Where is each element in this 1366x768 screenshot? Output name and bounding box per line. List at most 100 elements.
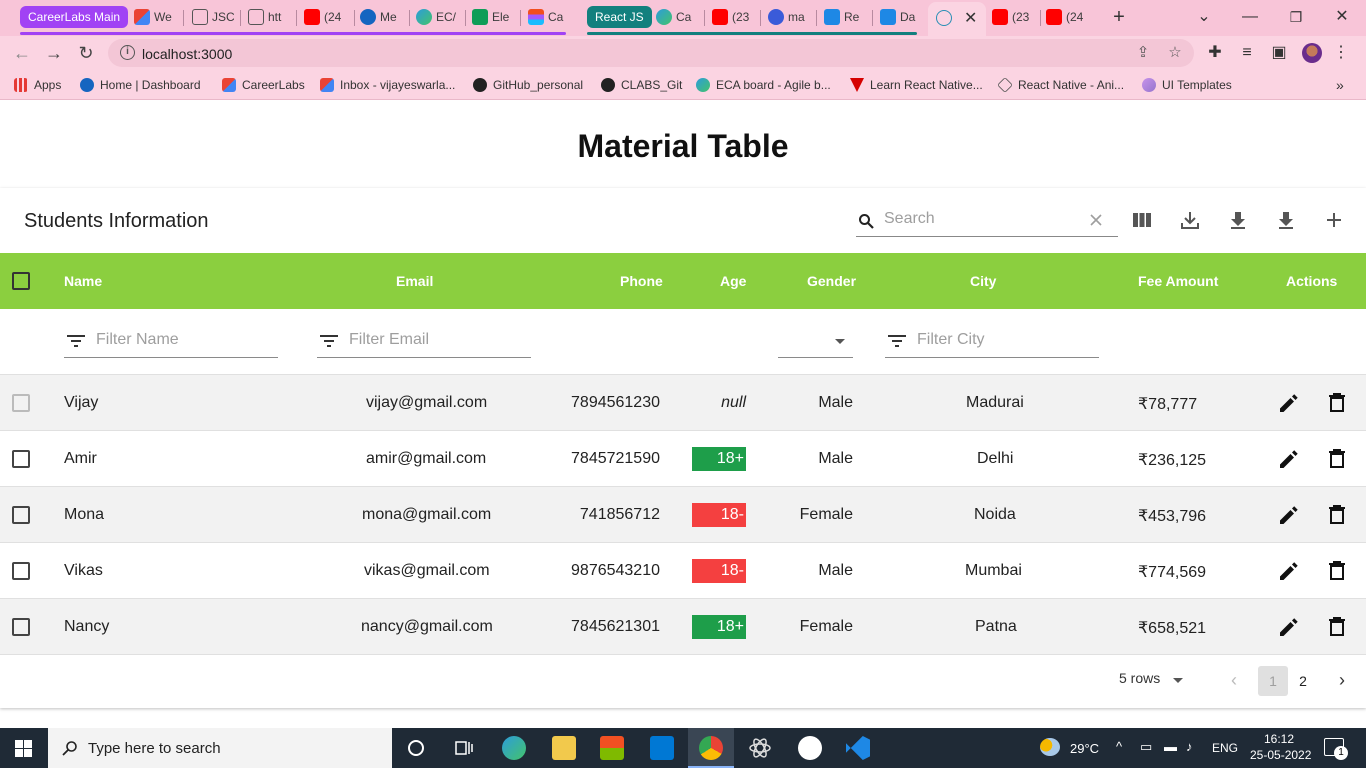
bookmark-react-native-ani[interactable]: React Native - Ani... <box>997 76 1124 94</box>
bookmark-learn-react-native[interactable]: Learn React Native... <box>850 76 983 94</box>
columns-icon[interactable] <box>1130 208 1154 232</box>
store-icon[interactable] <box>600 736 624 760</box>
weather-icon[interactable] <box>1040 738 1060 756</box>
minimize-icon[interactable]: — <box>1238 6 1262 28</box>
filter-gender-select[interactable] <box>778 327 853 358</box>
clock-date[interactable]: 25-05-2022 <box>1250 748 1311 762</box>
column-header-fee-amount[interactable]: Fee Amount <box>1138 273 1218 289</box>
tab-mui[interactable]: Re <box>824 5 868 29</box>
rows-per-page-select[interactable]: 5 rows <box>1119 670 1160 686</box>
share-icon[interactable]: ⇪ <box>1134 44 1152 62</box>
row-checkbox[interactable] <box>12 618 30 636</box>
tab-k[interactable]: Me <box>360 5 404 29</box>
tab-page[interactable]: JSC <box>192 5 234 29</box>
delete-icon[interactable] <box>1325 559 1349 583</box>
extensions-icon[interactable]: ✚ <box>1206 44 1224 62</box>
table-row[interactable]: Vikas vikas@gmail.com 9876543210 18- Mal… <box>0 543 1366 599</box>
delete-icon[interactable] <box>1325 391 1349 415</box>
network-icon[interactable]: ▭ <box>1140 739 1152 755</box>
add-icon[interactable] <box>1322 208 1346 232</box>
site-info-icon[interactable]: i <box>120 45 135 60</box>
bookmark-github-personal[interactable]: GitHub_personal <box>473 76 583 94</box>
tab-page[interactable]: htt <box>248 5 290 29</box>
close-tab-icon[interactable]: ✕ <box>964 8 977 28</box>
search-field[interactable] <box>856 204 1118 237</box>
filter-name[interactable] <box>64 327 278 358</box>
table-row[interactable]: Vijay vijay@gmail.com 7894561230 null Ma… <box>0 375 1366 431</box>
filter-city[interactable] <box>885 327 1099 358</box>
tab-youtube[interactable]: (24 <box>1046 5 1090 29</box>
tab-youtube[interactable]: (23 <box>712 5 756 29</box>
filter-name-input[interactable] <box>96 331 266 349</box>
bookmark-inbox[interactable]: Inbox - vijayeswarla... <box>320 76 455 94</box>
clock-time[interactable]: 16:12 <box>1264 732 1294 746</box>
delete-icon[interactable] <box>1325 615 1349 639</box>
chrome-taskbar-active[interactable] <box>688 728 734 768</box>
edit-icon[interactable] <box>1277 447 1301 471</box>
taskbar-search[interactable]: Type here to search <box>48 728 392 768</box>
tab-active-react[interactable]: ✕ <box>928 2 986 36</box>
atom-icon[interactable] <box>748 736 772 760</box>
dropdown-caret-icon[interactable] <box>1173 678 1183 683</box>
media-icon[interactable]: ≡ <box>1238 44 1256 62</box>
search-input[interactable] <box>884 210 1084 228</box>
bookmark-eca-board[interactable]: ECA board - Agile b... <box>696 76 831 94</box>
tab-search-chevron-icon[interactable]: ⌄ <box>1192 6 1216 28</box>
tab-figma[interactable]: Ca <box>528 5 568 29</box>
side-panel-icon[interactable]: ▣ <box>1270 44 1288 62</box>
tab-globe[interactable]: ma <box>768 5 812 29</box>
row-checkbox[interactable] <box>12 450 30 468</box>
bookmark-star-icon[interactable]: ☆ <box>1166 44 1184 62</box>
mail-icon[interactable] <box>650 736 674 760</box>
profile-avatar[interactable] <box>1302 43 1322 63</box>
app-icon[interactable] <box>798 736 822 760</box>
filter-city-input[interactable] <box>917 331 1087 349</box>
download-icon[interactable] <box>1226 208 1250 232</box>
column-header-age[interactable]: Age <box>720 273 746 289</box>
column-header-phone[interactable]: Phone <box>620 273 663 289</box>
file-explorer-icon[interactable] <box>552 736 576 760</box>
bookmarks-overflow-icon[interactable]: » <box>1336 76 1344 94</box>
reload-icon[interactable]: ↻ <box>74 41 98 65</box>
bookmark-apps[interactable]: Apps <box>14 76 61 94</box>
table-row[interactable]: Nancy nancy@gmail.com 7845621301 18+ Fem… <box>0 599 1366 655</box>
download-icon[interactable] <box>1274 208 1298 232</box>
next-page-icon[interactable]: › <box>1332 670 1352 690</box>
page-button-2[interactable]: 2 <box>1288 666 1318 696</box>
tab-mui[interactable]: Da <box>880 5 924 29</box>
tab-youtube[interactable]: (23 <box>992 5 1036 29</box>
table-row[interactable]: Mona mona@gmail.com 741856712 18- Female… <box>0 487 1366 543</box>
windows-start-icon[interactable] <box>15 740 32 757</box>
edge-browser-icon[interactable] <box>502 736 526 760</box>
tray-chevron-up-icon[interactable]: ^ <box>1116 739 1122 754</box>
filter-email-input[interactable] <box>349 331 519 349</box>
tab-edge[interactable]: Ca <box>656 5 700 29</box>
battery-icon[interactable]: ▬ <box>1164 739 1177 754</box>
bookmark-careerlabs[interactable]: CareerLabs <box>222 76 305 94</box>
menu-kebab-icon[interactable]: ⋮ <box>1332 44 1350 62</box>
row-checkbox[interactable] <box>12 562 30 580</box>
bookmark-ui-templates[interactable]: UI Templates <box>1142 76 1232 94</box>
task-view-icon[interactable] <box>452 736 476 760</box>
address-bar[interactable]: i localhost:3000 ⇪ ☆ <box>108 39 1194 67</box>
close-window-icon[interactable]: ✕ <box>1330 6 1354 28</box>
export-download-icon[interactable] <box>1178 208 1202 232</box>
page-button-1[interactable]: 1 <box>1258 666 1288 696</box>
cortana-icon[interactable] <box>404 736 428 760</box>
previous-page-icon[interactable]: ‹ <box>1224 670 1244 690</box>
bookmark-home-dashboard[interactable]: Home | Dashboard <box>80 76 201 94</box>
edit-icon[interactable] <box>1277 503 1301 527</box>
row-checkbox[interactable] <box>12 506 30 524</box>
tab-sheets[interactable]: Ele <box>472 5 516 29</box>
bookmark-clabs-git[interactable]: CLABS_Git <box>601 76 682 94</box>
tab-edge[interactable]: EC/ <box>416 5 460 29</box>
back-icon[interactable]: ← <box>10 41 34 65</box>
edit-icon[interactable] <box>1277 559 1301 583</box>
column-header-city[interactable]: City <box>970 273 996 289</box>
restore-icon[interactable]: ❐ <box>1284 6 1308 28</box>
edit-icon[interactable] <box>1277 615 1301 639</box>
vscode-icon[interactable] <box>846 736 870 760</box>
delete-icon[interactable] <box>1325 503 1349 527</box>
tab-group-react[interactable]: React JS <box>587 6 652 28</box>
filter-email[interactable] <box>317 327 531 358</box>
